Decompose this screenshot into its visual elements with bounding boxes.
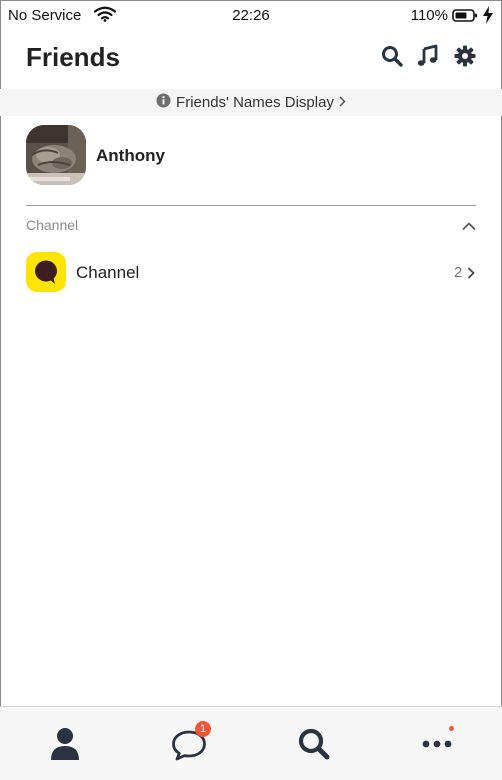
- list-item[interactable]: Channel 2: [0, 246, 502, 298]
- profile-name: Anthony: [96, 146, 165, 165]
- unread-badge: 1: [195, 721, 211, 737]
- header: Friends: [0, 30, 502, 88]
- tab-search[interactable]: [252, 707, 378, 780]
- tab-friends[interactable]: [0, 707, 126, 780]
- channel-count: 2: [454, 264, 463, 281]
- channel-logo-icon: [26, 252, 66, 292]
- gear-icon[interactable]: [453, 44, 477, 68]
- tab-chats[interactable]: 1: [126, 707, 252, 780]
- my-profile-row[interactable]: Anthony: [0, 116, 502, 200]
- bottom-tab-bar: 1: [0, 706, 502, 780]
- new-indicator-dot: [449, 726, 454, 731]
- search-icon: [298, 728, 330, 760]
- divider: [26, 205, 476, 206]
- tab-more[interactable]: [376, 707, 502, 780]
- charging-bolt-icon: [482, 6, 494, 29]
- page-title: Friends: [26, 42, 120, 72]
- more-dots-icon: [422, 740, 452, 748]
- music-icon[interactable]: [416, 44, 440, 68]
- names-display-notice[interactable]: Friends' Names Display: [0, 89, 502, 116]
- avatar: [26, 125, 86, 185]
- notice-text: Friends' Names Display: [176, 94, 334, 111]
- chevron-right-icon: [339, 94, 346, 111]
- person-icon: [51, 728, 79, 760]
- chevron-up-icon[interactable]: [462, 218, 476, 236]
- section-label: Channel: [26, 217, 79, 233]
- battery-icon: [452, 9, 478, 27]
- channel-name: Channel: [76, 263, 140, 282]
- status-bar: No Service 22:26 110%: [0, 0, 502, 30]
- chevron-right-icon: [467, 266, 475, 284]
- info-icon: [156, 93, 171, 112]
- battery-percent: 110%: [410, 7, 448, 24]
- channel-section-header[interactable]: Channel: [0, 208, 502, 242]
- search-icon[interactable]: [380, 44, 404, 68]
